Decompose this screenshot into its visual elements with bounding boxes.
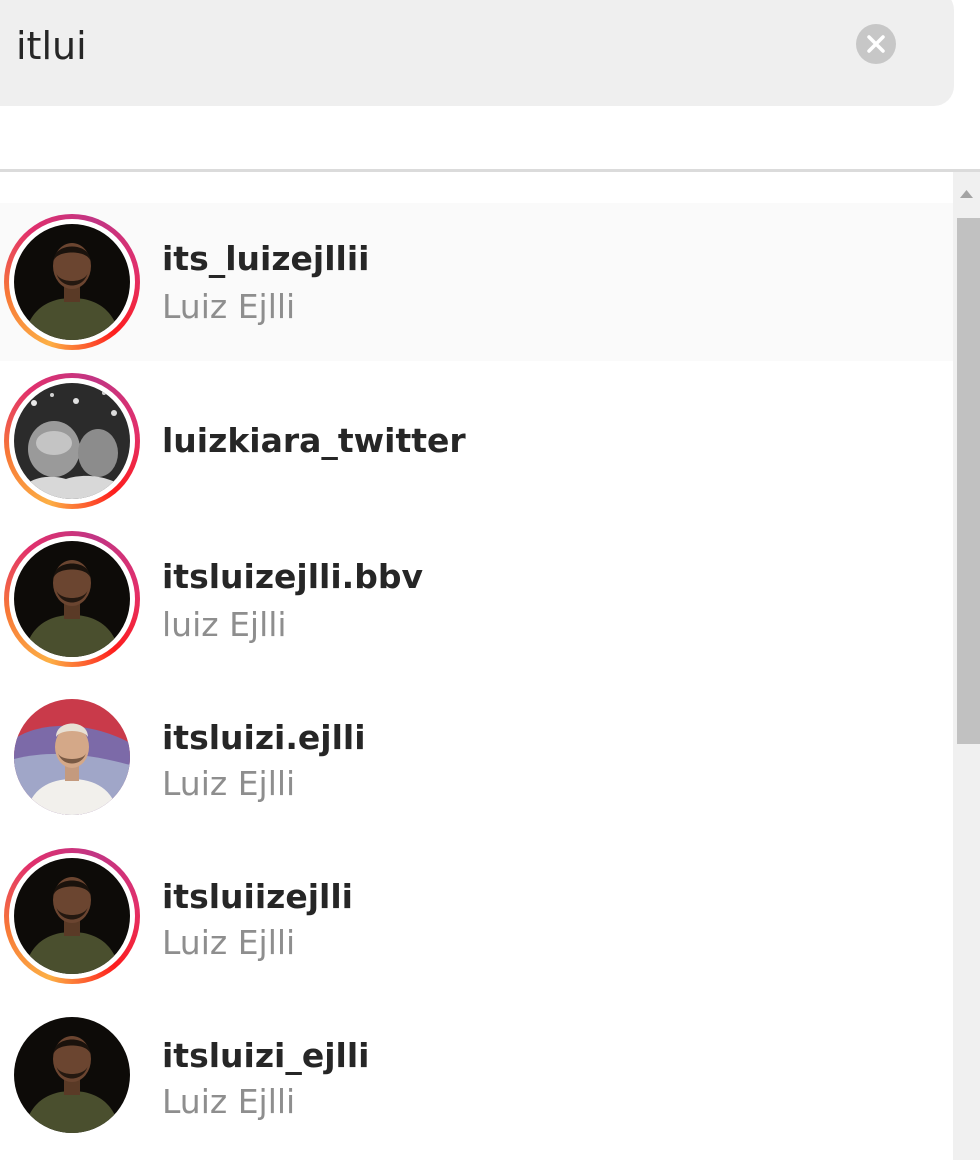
avatar xyxy=(14,699,130,815)
result-username: itsluizejlli.bbv xyxy=(162,557,423,596)
search-input-value[interactable]: itlui xyxy=(16,20,87,72)
result-username: itsluiizejlli xyxy=(162,877,353,916)
result-username: its_luizejllii xyxy=(162,239,370,278)
search-result-row[interactable]: its_luizejllii Luiz Ejlli xyxy=(0,203,953,361)
search-input[interactable]: itlui xyxy=(0,0,954,106)
result-full-name: Luiz Ejlli xyxy=(162,923,296,962)
result-full-name: Luiz Ejlli xyxy=(162,287,296,326)
clear-search-button[interactable] xyxy=(856,24,896,64)
search-result-row[interactable]: luizkiara_twitter xyxy=(0,362,953,520)
avatar xyxy=(14,1017,130,1133)
avatar xyxy=(14,383,130,499)
search-result-row[interactable]: itsluizejlli.bbv luiz Ejlli xyxy=(0,520,953,678)
avatar xyxy=(14,858,130,974)
results-scrollbar[interactable] xyxy=(953,172,980,1160)
result-username: itsluizi_ejlli xyxy=(162,1036,370,1075)
search-result-row[interactable]: itsluizi.ejlli Luiz Ejlli xyxy=(0,678,953,836)
avatar xyxy=(14,224,130,340)
avatar-wrapper[interactable] xyxy=(4,689,140,825)
avatar xyxy=(14,541,130,657)
search-results-list: its_luizejllii Luiz Ejlli luizkiara_twit… xyxy=(0,172,953,1160)
result-full-name: Luiz Ejlli xyxy=(162,1082,296,1121)
search-result-row[interactable]: itsluiizejlli Luiz Ejlli xyxy=(0,837,953,995)
result-full-name: luiz Ejlli xyxy=(162,605,287,644)
scrollbar-thumb[interactable] xyxy=(957,218,980,744)
scroll-up-arrow-icon[interactable] xyxy=(953,184,980,206)
story-ring[interactable] xyxy=(4,373,140,509)
result-username: itsluizi.ejlli xyxy=(162,718,366,757)
close-circle-icon xyxy=(867,35,885,53)
story-ring[interactable] xyxy=(4,214,140,350)
story-ring[interactable] xyxy=(4,531,140,667)
result-full-name: Luiz Ejlli xyxy=(162,764,296,803)
search-panel: itlui its_luizejllii Luiz Ejlli luizkiar… xyxy=(0,0,980,1160)
search-result-row[interactable]: itsluizi_ejlli Luiz Ejlli xyxy=(0,996,953,1154)
avatar-wrapper[interactable] xyxy=(4,1007,140,1143)
story-ring[interactable] xyxy=(4,848,140,984)
result-username: luizkiara_twitter xyxy=(162,421,466,460)
